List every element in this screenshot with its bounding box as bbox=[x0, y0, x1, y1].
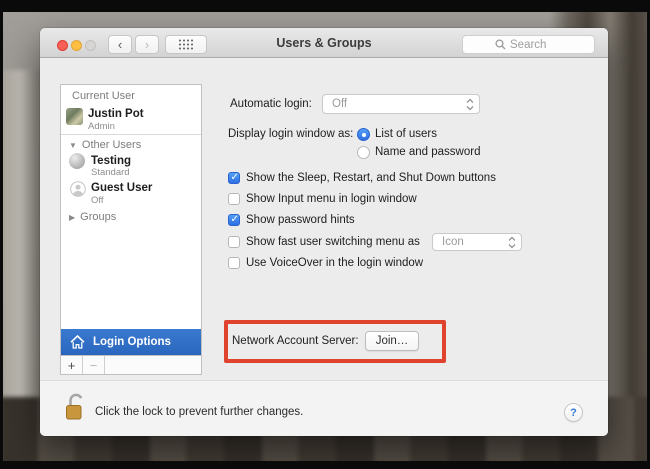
disclosure-triangle-down-icon[interactable]: ▼ bbox=[69, 141, 77, 150]
remove-user-button: − bbox=[83, 356, 105, 374]
checkbox-unchecked-icon[interactable] bbox=[228, 193, 240, 205]
network-account-server-label: Network Account Server: bbox=[232, 335, 359, 347]
stepper-chevrons-icon bbox=[508, 236, 516, 249]
unlocked-padlock-icon[interactable] bbox=[64, 392, 87, 423]
radio-list-of-users[interactable]: List of users bbox=[357, 127, 437, 141]
user-name: Testing bbox=[91, 155, 131, 167]
checkbox-unchecked-icon[interactable] bbox=[228, 236, 240, 248]
checkbox-row-password-hints[interactable]: Show password hints bbox=[228, 213, 355, 227]
search-input[interactable] bbox=[510, 39, 562, 51]
search-field[interactable] bbox=[462, 35, 595, 54]
checkbox-unchecked-icon[interactable] bbox=[228, 257, 240, 269]
other-users-header[interactable]: ▼Other Users bbox=[69, 139, 141, 151]
groups-header[interactable]: ▶Groups bbox=[69, 211, 116, 223]
avatar bbox=[69, 153, 85, 169]
guest-avatar-icon bbox=[70, 181, 86, 197]
user-role: Off bbox=[91, 195, 104, 206]
user-list-sidebar: Current User Justin Pot Admin ▼Other Use… bbox=[60, 84, 202, 356]
window-footer: Click the lock to prevent further change… bbox=[40, 380, 608, 436]
automatic-login-dropdown: Off bbox=[322, 94, 480, 114]
checkbox-row-sleep-restart[interactable]: Show the Sleep, Restart, and Shut Down b… bbox=[228, 171, 496, 185]
current-user-header: Current User bbox=[72, 90, 135, 102]
divider bbox=[61, 134, 201, 135]
user-name: Guest User bbox=[91, 182, 152, 194]
home-icon bbox=[70, 335, 85, 349]
stepper-chevrons-icon bbox=[466, 98, 474, 111]
login-options-label: Login Options bbox=[93, 336, 171, 348]
disclosure-triangle-right-icon[interactable]: ▶ bbox=[69, 213, 75, 222]
sidebar-item-login-options[interactable]: Login Options bbox=[61, 329, 201, 355]
checkbox-row-voiceover[interactable]: Use VoiceOver in the login window bbox=[228, 256, 423, 270]
help-button[interactable]: ? bbox=[564, 403, 583, 422]
radio-name-and-password[interactable]: Name and password bbox=[357, 145, 480, 159]
checkbox-row-input-menu[interactable]: Show Input menu in login window bbox=[228, 192, 417, 206]
display-login-label: Display login window as: bbox=[228, 128, 353, 140]
avatar bbox=[66, 108, 83, 125]
add-remove-bar: + − bbox=[60, 355, 202, 375]
titlebar[interactable]: ‹ › Users & Groups bbox=[40, 28, 608, 58]
checkbox-checked-icon[interactable] bbox=[228, 214, 240, 226]
user-name: Justin Pot bbox=[88, 108, 144, 120]
users-and-groups-window: ‹ › Users & Groups Current User Jus bbox=[40, 28, 608, 436]
radio-selected-icon[interactable] bbox=[357, 128, 370, 141]
user-role: Admin bbox=[88, 121, 115, 132]
user-role: Standard bbox=[91, 167, 130, 178]
lock-hint-text: Click the lock to prevent further change… bbox=[95, 406, 303, 418]
checkbox-checked-icon[interactable] bbox=[228, 172, 240, 184]
join-button[interactable]: Join… bbox=[365, 331, 419, 351]
add-user-button[interactable]: + bbox=[61, 356, 83, 374]
checkbox-row-fast-user-switching[interactable]: Show fast user switching menu as bbox=[228, 235, 420, 249]
search-icon bbox=[495, 39, 506, 50]
radio-unselected-icon[interactable] bbox=[357, 146, 370, 159]
fast-user-switching-dropdown: Icon bbox=[432, 233, 522, 251]
automatic-login-label: Automatic login: bbox=[230, 98, 312, 110]
